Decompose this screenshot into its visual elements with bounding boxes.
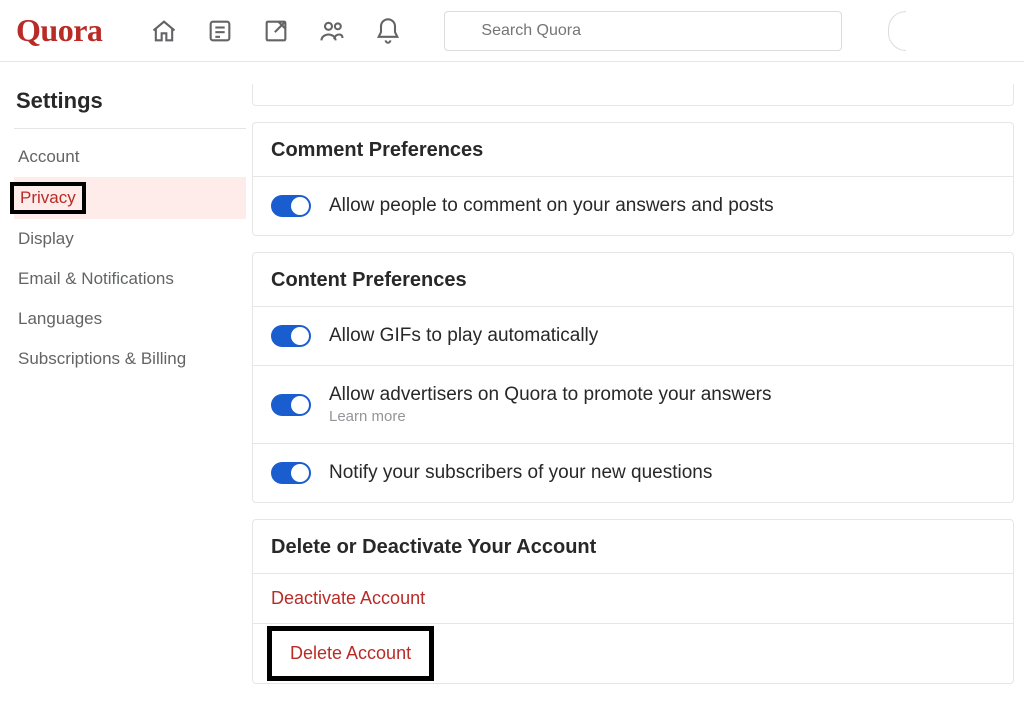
card-cutoff-top — [252, 84, 1014, 106]
comment-preferences-card: Comment Preferences Allow people to comm… — [252, 122, 1014, 236]
highlight-privacy: Privacy — [10, 182, 86, 214]
home-icon[interactable] — [150, 17, 178, 45]
sidebar-item-email-notifications[interactable]: Email & Notifications — [14, 259, 246, 299]
allow-comments-row: Allow people to comment on your answers … — [253, 177, 1013, 235]
sidebar-item-privacy[interactable]: Privacy — [14, 177, 246, 219]
content-preferences-card: Content Preferences Allow GIFs to play a… — [252, 252, 1014, 503]
allow-ads-toggle[interactable] — [271, 394, 311, 416]
notify-subscribers-toggle[interactable] — [271, 462, 311, 484]
learn-more-link[interactable]: Learn more — [329, 408, 771, 425]
allow-gifs-row: Allow GIFs to play automatically — [253, 307, 1013, 366]
notify-subscribers-label: Notify your subscribers of your new ques… — [329, 462, 712, 484]
sidebar-item-languages[interactable]: Languages — [14, 299, 246, 339]
delete-account-link[interactable]: Delete Account — [267, 626, 434, 681]
following-icon[interactable] — [206, 17, 234, 45]
delete-deactivate-title: Delete or Deactivate Your Account — [253, 520, 1013, 574]
top-nav: Quora — [0, 0, 1024, 62]
allow-comments-label: Allow people to comment on your answers … — [329, 195, 774, 217]
search-wrapper — [444, 11, 842, 51]
allow-ads-row: Allow advertisers on Quora to promote yo… — [253, 366, 1013, 444]
comment-prefs-title: Comment Preferences — [253, 123, 1013, 177]
main-content: Comment Preferences Allow people to comm… — [246, 84, 1024, 700]
sidebar-title: Settings — [14, 84, 246, 129]
sidebar-item-display[interactable]: Display — [14, 219, 246, 259]
spaces-icon[interactable] — [318, 17, 346, 45]
content-prefs-title: Content Preferences — [253, 253, 1013, 307]
allow-gifs-label: Allow GIFs to play automatically — [329, 325, 598, 347]
allow-gifs-toggle[interactable] — [271, 325, 311, 347]
deactivate-account-link[interactable]: Deactivate Account — [253, 574, 1013, 624]
settings-sidebar: Settings Account Privacy Display Email &… — [14, 84, 246, 700]
sidebar-item-account[interactable]: Account — [14, 137, 246, 177]
logo[interactable]: Quora — [16, 12, 102, 49]
notify-subscribers-row: Notify your subscribers of your new ques… — [253, 444, 1013, 502]
delete-deactivate-card: Delete or Deactivate Your Account Deacti… — [252, 519, 1014, 684]
allow-ads-label: Allow advertisers on Quora to promote yo… — [329, 384, 771, 406]
sidebar-item-subscriptions-billing[interactable]: Subscriptions & Billing — [14, 339, 246, 379]
allow-comments-toggle[interactable] — [271, 195, 311, 217]
answer-icon[interactable] — [262, 17, 290, 45]
search-input[interactable] — [444, 11, 842, 51]
notifications-icon[interactable] — [374, 17, 402, 45]
profile-button-cutoff[interactable] — [888, 11, 906, 51]
